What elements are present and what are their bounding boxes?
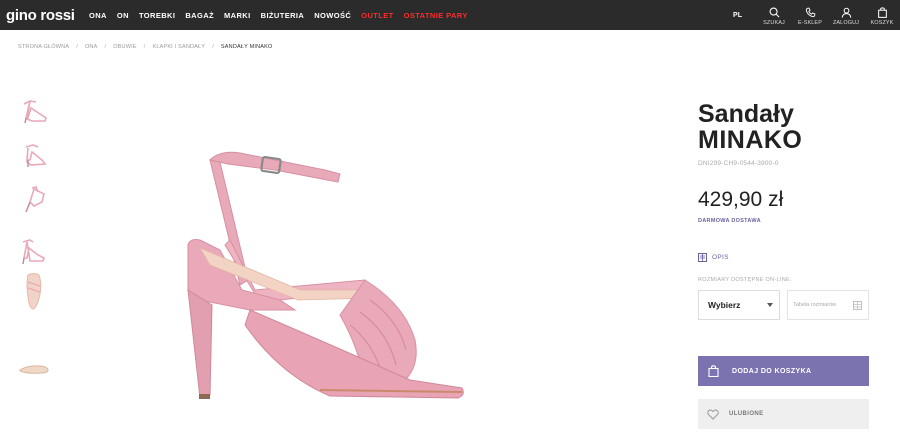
favorite-label: ULUBIONE [729, 411, 764, 417]
nav-item-bizuteria[interactable]: BIŻUTERIA [256, 11, 310, 20]
chevron-down-icon [767, 303, 773, 307]
nav-item-nowosc[interactable]: NOWOŚĆ [309, 11, 356, 20]
nav-item-outlet[interactable]: OUTLET [356, 11, 398, 20]
nav-item-ona[interactable]: ONA [84, 11, 112, 20]
search-button[interactable]: SZUKAJ [756, 0, 792, 30]
thumbnail-side-view[interactable] [18, 96, 50, 133]
breadcrumb-obuwie[interactable]: OBUWIE [113, 44, 137, 50]
product-title-line1: Sandały [698, 100, 794, 128]
product-title-line2: MINAKO [698, 126, 803, 154]
nav-item-torebki[interactable]: TOREBKI [134, 11, 180, 20]
breadcrumb-separator: / [76, 44, 78, 50]
nav-item-on[interactable]: ON [112, 11, 134, 20]
favorite-button[interactable]: ULUBIONE [698, 399, 869, 429]
nav-item-ostatnie-pary[interactable]: OSTATNIE PARY [399, 11, 473, 20]
nav-item-marki[interactable]: MARKI [219, 11, 256, 20]
thumbnail-pair-view[interactable] [18, 236, 50, 273]
user-icon [841, 7, 851, 18]
sizes-available-label: ROZMIARY DOSTĘPNE ON-LINE: [698, 277, 792, 283]
breadcrumb-separator: / [104, 44, 107, 50]
search-icon [769, 7, 779, 17]
breadcrumb-home[interactable]: STRONA GŁÓWNA [18, 44, 69, 50]
cart-button[interactable]: KOSZYK [864, 0, 900, 30]
breadcrumb-klapki-sandaly[interactable]: KLAPKI I SANDAŁY [152, 44, 205, 50]
breadcrumb-ona[interactable]: ONA [85, 44, 98, 50]
header-tools: PL SZUKAJ E-SKLEP ZALOGUJ KOSZYK [733, 0, 900, 30]
thumbnail-inside-view[interactable] [18, 184, 50, 221]
description-toggle[interactable]: OPIS [698, 253, 729, 262]
breadcrumb-current: SANDAŁY MINAKO [220, 44, 273, 50]
phone-icon [805, 7, 815, 17]
main-product-image[interactable] [170, 140, 470, 405]
top-navigation-bar: gino rossi ONA ON TOREBKI BAGAŻ MARKI BI… [0, 0, 900, 30]
shopping-bag-icon [708, 365, 719, 377]
eshop-phone-button[interactable]: E-SKLEP [792, 0, 828, 30]
product-sku: DNI299-CH9-0544-3900-0 [698, 160, 779, 167]
size-select-value: Wybierz [708, 300, 741, 310]
description-label: OPIS [712, 254, 729, 261]
breadcrumb-separator: / [212, 44, 214, 50]
brand-logo[interactable]: gino rossi [6, 7, 84, 24]
main-nav: ONA ON TOREBKI BAGAŻ MARKI BIŻUTERIA NOW… [84, 11, 473, 20]
add-to-cart-label: DODAJ DO KOSZYKA [732, 367, 812, 375]
eshop-label: E-SKLEP [798, 19, 822, 26]
size-select[interactable]: Wybierz [698, 290, 780, 320]
free-shipping-link[interactable]: DARMOWA DOSTAWA [698, 218, 761, 224]
search-label: SZUKAJ [763, 19, 785, 26]
login-label: ZALOGUJ [832, 19, 860, 26]
breadcrumb-separator: / [143, 44, 146, 50]
thumbnail-sole-view[interactable] [18, 361, 50, 382]
cart-icon [877, 6, 887, 18]
cart-label: KOSZYK [870, 19, 894, 26]
thumbnail-top-view[interactable] [18, 272, 50, 317]
nav-item-bagaz[interactable]: BAGAŻ [180, 11, 219, 20]
size-table-label: Tabela rozmiarów [793, 302, 837, 308]
breadcrumb: STRONA GŁÓWNA / ONA / OBUWIE / KLAPKI I … [18, 44, 273, 50]
sandal-illustration [187, 151, 464, 399]
add-to-cart-button[interactable]: DODAJ DO KOSZYKA [698, 356, 869, 386]
size-table-button[interactable]: Tabela rozmiarów [787, 290, 869, 320]
heart-icon [707, 409, 719, 420]
table-icon [853, 301, 862, 310]
document-icon [698, 253, 707, 262]
thumbnail-front-view[interactable] [18, 140, 50, 177]
login-button[interactable]: ZALOGUJ [828, 0, 864, 30]
language-switch[interactable]: PL [733, 12, 742, 19]
product-price: 429,90 zł [698, 188, 784, 211]
